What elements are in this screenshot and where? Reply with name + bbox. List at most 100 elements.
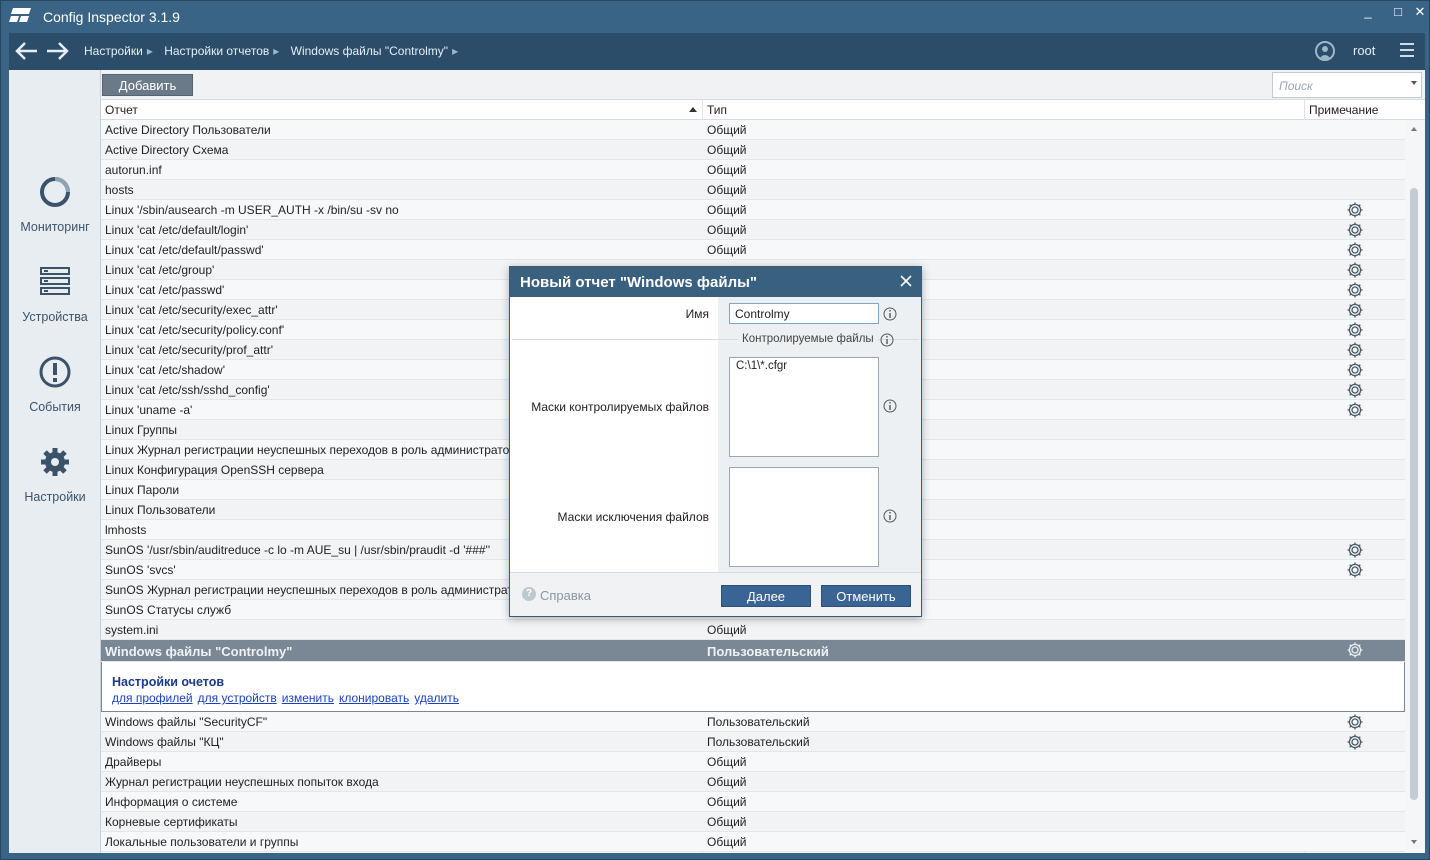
- minimize-button[interactable]: _: [1357, 3, 1379, 21]
- forward-arrow-icon[interactable]: [45, 41, 71, 61]
- report-type: Общий: [707, 755, 747, 769]
- report-type: Общий: [707, 835, 747, 849]
- scroll-thumb[interactable]: [1410, 188, 1418, 800]
- info-icon[interactable]: [883, 399, 897, 413]
- detail-link[interactable]: удалить: [414, 691, 459, 705]
- sidebar-item-monitoring[interactable]: Мониторинг: [9, 176, 101, 256]
- menu-icon[interactable]: [1400, 43, 1414, 59]
- column-header-note[interactable]: Примечание: [1309, 103, 1378, 117]
- scroll-down-icon[interactable]: [1411, 840, 1417, 844]
- add-button[interactable]: Добавить: [102, 74, 193, 96]
- table-row[interactable]: Windows файлы "SecurityCF" Пользовательск…: [101, 712, 1405, 732]
- search-input[interactable]: Поиск: [1272, 72, 1422, 98]
- report-name: Linux 'cat /etc/default/login': [105, 223, 249, 237]
- masks-textarea[interactable]: C:\1\*.cfgr: [729, 357, 879, 457]
- name-field[interactable]: Controlmy: [729, 303, 879, 324]
- column-header-report[interactable]: Отчет: [105, 103, 138, 117]
- exclusion-textarea[interactable]: [729, 467, 879, 567]
- vertical-scrollbar[interactable]: [1405, 120, 1425, 853]
- detail-link[interactable]: для профилей: [112, 691, 193, 705]
- row-detail-panel: Настройки очетов для профилей для устройст…: [101, 662, 1405, 712]
- gear-icon[interactable]: [1346, 261, 1364, 279]
- table-row[interactable]: hosts Общий: [101, 180, 1405, 200]
- info-icon[interactable]: [883, 307, 897, 321]
- sidebar-item-label: Устройства: [22, 310, 88, 324]
- gear-icon[interactable]: [1346, 401, 1364, 419]
- table-row[interactable]: Linux 'cat /etc/default/login' Общий: [101, 220, 1405, 240]
- gear-icon[interactable]: [1346, 281, 1364, 299]
- masks-label: Маски контролируемых файлов: [531, 400, 709, 414]
- sidebar-item-label: События: [29, 400, 81, 414]
- table-row-selected[interactable]: Windows файлы "Controlmy" Пользовательски…: [101, 640, 1405, 662]
- report-type: Общий: [707, 795, 747, 809]
- gear-icon[interactable]: [1346, 641, 1364, 659]
- table-row[interactable]: autorun.inf Общий: [101, 160, 1405, 180]
- column-header-type[interactable]: Тип: [707, 103, 727, 117]
- table-row[interactable]: Linux 'cat /etc/default/passwd' Общий: [101, 240, 1405, 260]
- table-row[interactable]: Linux '/sbin/ausearch -m USER_AUTH -x /b…: [101, 200, 1405, 220]
- table-row[interactable]: Active Directory Пользователи Общий: [101, 120, 1405, 140]
- gear-icon[interactable]: [1346, 713, 1364, 731]
- info-icon[interactable]: [880, 333, 894, 347]
- maximize-button[interactable]: □: [1387, 3, 1409, 21]
- window-title: Config Inspector 3.1.9: [43, 9, 180, 25]
- gear-icon[interactable]: [1346, 221, 1364, 239]
- report-name: Active Directory Пользователи: [105, 123, 271, 137]
- report-name: Windows файлы "SecurityCF": [105, 715, 268, 729]
- chevron-down-icon[interactable]: [1411, 81, 1417, 85]
- breadcrumb-item[interactable]: Настройки отчетов: [164, 44, 269, 58]
- report-type: Общий: [707, 243, 747, 257]
- dialog-header: Новый отчет "Windows файлы": [510, 267, 921, 297]
- report-name: Информация о системе: [105, 795, 238, 809]
- breadcrumb-separator: ▸: [273, 44, 280, 58]
- table-row[interactable]: Локальные пользователи и группы Общий: [101, 832, 1405, 852]
- help-label: Справка: [540, 588, 591, 603]
- monitoring-icon: [40, 177, 70, 207]
- report-name: hosts: [105, 183, 134, 197]
- gear-icon[interactable]: [1346, 541, 1364, 559]
- sidebar: Мониторинг Устройства События Настройки: [9, 70, 101, 853]
- scroll-up-icon[interactable]: [1411, 127, 1417, 131]
- detail-links: для профилей для устройств изменить клониро…: [112, 691, 464, 705]
- close-icon[interactable]: [897, 272, 915, 290]
- gear-icon[interactable]: [1346, 321, 1364, 339]
- gear-icon[interactable]: [1346, 201, 1364, 219]
- sidebar-item-events[interactable]: События: [9, 356, 101, 436]
- table-row[interactable]: system.ini Общий: [101, 620, 1405, 640]
- table-row[interactable]: Active Directory Схема Общий: [101, 140, 1405, 160]
- gear-icon[interactable]: [1346, 301, 1364, 319]
- close-button[interactable]: ✕: [1409, 3, 1430, 21]
- info-icon[interactable]: [883, 509, 897, 523]
- report-name: autorun.inf: [105, 163, 162, 177]
- table-row[interactable]: Windows файлы "КЦ" Пользовательский: [101, 732, 1405, 752]
- settings-icon: [41, 448, 69, 476]
- name-label: Имя: [685, 307, 709, 321]
- table-row[interactable]: Информация о системе Общий: [101, 792, 1405, 812]
- cancel-button[interactable]: Отменить: [821, 585, 911, 607]
- gear-icon[interactable]: [1346, 733, 1364, 751]
- detail-link[interactable]: клонировать: [339, 691, 409, 705]
- table-row[interactable]: Корневые сертификаты Общий: [101, 812, 1405, 832]
- report-name: Active Directory Схема: [105, 143, 229, 157]
- table-row[interactable]: Журнал регистрации неуспешных попыток вх…: [101, 772, 1405, 792]
- gear-icon[interactable]: [1346, 381, 1364, 399]
- back-arrow-icon[interactable]: [13, 41, 39, 61]
- gear-icon[interactable]: [1346, 561, 1364, 579]
- table-row[interactable]: Драйверы Общий: [101, 752, 1405, 772]
- gear-icon[interactable]: [1346, 341, 1364, 359]
- next-button[interactable]: Далее: [721, 585, 811, 607]
- detail-link[interactable]: изменить: [282, 691, 334, 705]
- sidebar-item-settings[interactable]: Настройки: [9, 446, 101, 526]
- sort-ascending-icon: [689, 107, 697, 112]
- detail-link[interactable]: для устройств: [198, 691, 277, 705]
- title-bar: Config Inspector 3.1.9 _ □ ✕: [1, 1, 1429, 33]
- app-window: Config Inspector 3.1.9 _ □ ✕ Настройки ▸ …: [0, 0, 1430, 860]
- breadcrumb-item[interactable]: Windows файлы "Controlmy": [291, 44, 448, 58]
- sidebar-item-devices[interactable]: Устройства: [9, 266, 101, 346]
- toolbar: Добавить Поиск: [101, 70, 1425, 100]
- avatar-icon: [1315, 41, 1335, 61]
- gear-icon[interactable]: [1346, 361, 1364, 379]
- gear-icon[interactable]: [1346, 241, 1364, 259]
- report-type: Общий: [707, 623, 747, 637]
- breadcrumb-item[interactable]: Настройки: [84, 44, 143, 58]
